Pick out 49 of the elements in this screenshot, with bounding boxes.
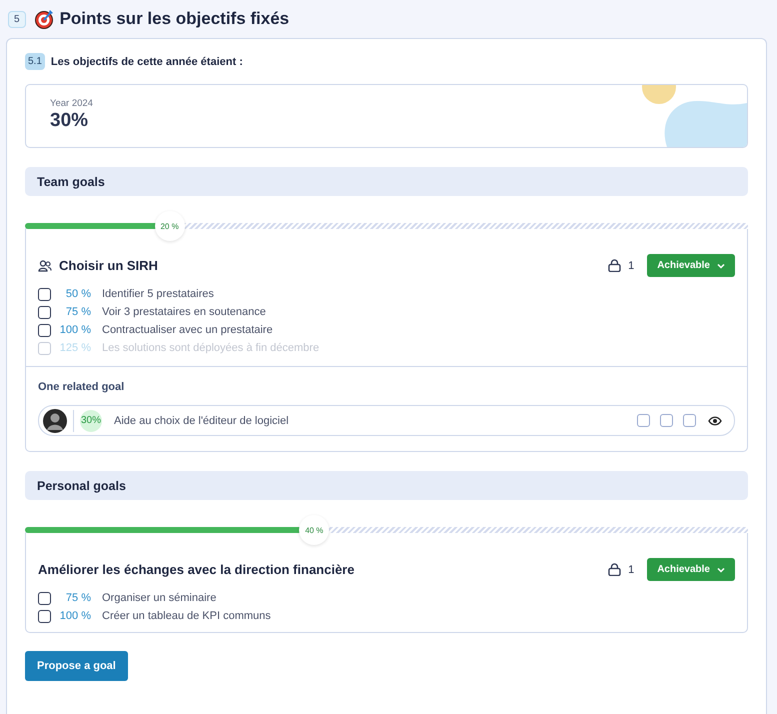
milestone-percent: 75 % <box>64 592 91 604</box>
milestone-percent: 50 % <box>64 288 91 300</box>
milestone-label: Voir 3 prestataires en soutenance <box>102 306 266 318</box>
related-title: Aide au choix de l'éditeur de logiciel <box>114 414 290 426</box>
target-icon <box>34 9 54 29</box>
chevron-down-icon <box>717 262 725 268</box>
milestone-label: Organiser un séminaire <box>102 592 216 604</box>
square-icon <box>637 414 650 427</box>
section-number: 5 <box>8 10 26 28</box>
progress-label: 40 % <box>299 515 330 545</box>
milestone-checkbox[interactable] <box>38 288 51 300</box>
people-icon <box>38 260 52 272</box>
group-title: Personal goals <box>37 478 126 492</box>
square-icon <box>683 414 696 427</box>
year-label: Year 2024 <box>50 98 93 109</box>
milestone-checkbox[interactable] <box>38 324 51 336</box>
milestone-checkbox[interactable] <box>38 592 51 604</box>
status-dropdown[interactable]: Achievable <box>647 558 735 581</box>
lock-count: 1 <box>628 260 634 272</box>
milestone-checkbox[interactable] <box>38 306 51 318</box>
square-icon <box>660 414 673 427</box>
milestone-percent: 100 % <box>58 610 91 622</box>
subsection-title: Les objectifs de cette année étaient : <box>50 56 243 68</box>
subsection-number: 5.1 <box>25 53 45 70</box>
goal-title: Améliorer les échanges avec la direction financière <box>38 562 356 577</box>
related-percent: 30% <box>80 410 102 432</box>
milestone-label: Identifier 5 prestataires <box>102 288 214 300</box>
section-title: Points sur les objectifs fixés <box>60 9 290 29</box>
milestone-label: Les solutions sont déployées à fin décembre <box>102 342 320 354</box>
milestone-percent: 75 % <box>64 306 91 318</box>
goal-title: Choisir un SIRH <box>59 258 159 273</box>
related-goal[interactable]: 30% Aide au choix de l'éditeur de logiciel <box>38 405 735 436</box>
milestone-percent: 100 % <box>58 324 91 336</box>
milestone-percent: 125 % <box>58 342 91 354</box>
progress-label: 20 % <box>154 211 185 241</box>
related-heading: One related goal <box>38 381 126 393</box>
lock-icon <box>608 563 622 576</box>
group-title: Team goals <box>37 174 105 188</box>
year-value: 30% <box>50 110 90 132</box>
lock-icon <box>608 259 622 272</box>
milestone-checkbox[interactable] <box>38 610 51 622</box>
milestone-label: Contractualiser avec un prestataire <box>102 324 273 336</box>
chevron-down-icon <box>717 566 725 572</box>
milestone-label: Créer un tableau de KPI communs <box>102 610 271 622</box>
avatar <box>43 408 67 432</box>
lock-count: 1 <box>628 564 634 576</box>
eye-icon[interactable] <box>708 416 722 426</box>
propose-goal-button[interactable]: Propose a goal <box>25 651 128 681</box>
status-dropdown[interactable]: Achievable <box>647 254 735 277</box>
